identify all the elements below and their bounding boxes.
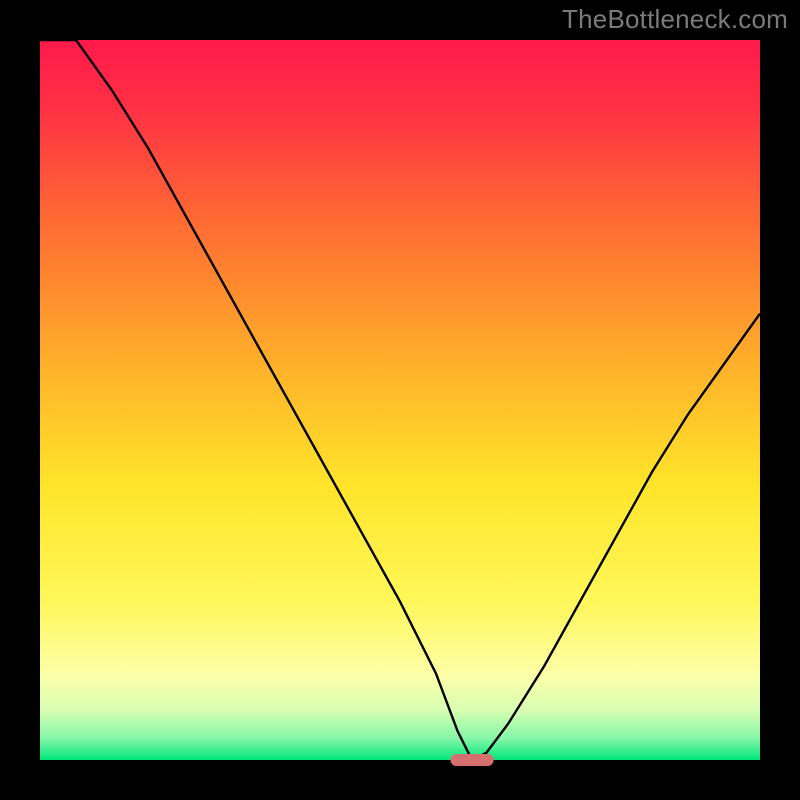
watermark-label: TheBottleneck.com xyxy=(562,4,788,35)
chart-container: TheBottleneck.com xyxy=(0,0,800,800)
minimum-marker xyxy=(450,754,493,766)
bottleneck-chart xyxy=(0,0,800,800)
